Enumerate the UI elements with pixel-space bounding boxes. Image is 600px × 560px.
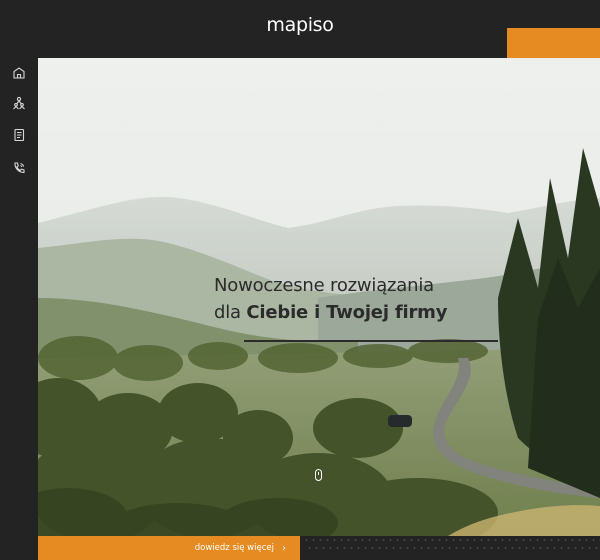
- dot-pattern: [303, 537, 600, 543]
- learn-more-button[interactable]: dowiedz się więcej ›: [38, 536, 300, 560]
- headline-bold: Ciebie i Twojej firmy: [246, 302, 448, 323]
- headline-line-1: Nowoczesne rozwiązania: [214, 275, 434, 296]
- people-icon[interactable]: [12, 96, 26, 110]
- headline-prefix: dla: [214, 302, 247, 323]
- document-icon[interactable]: [12, 128, 26, 142]
- home-icon[interactable]: [12, 66, 26, 80]
- headline-line-2: dla Ciebie i Twojej firmy: [214, 299, 447, 326]
- menu-toggle-tab[interactable]: [507, 28, 600, 58]
- headline-underline: [244, 340, 498, 342]
- sidebar: [0, 58, 38, 560]
- dot-pattern-row-2: [306, 545, 600, 551]
- chevron-right-icon: ›: [282, 542, 286, 554]
- scroll-mouse-icon[interactable]: [315, 469, 322, 481]
- phone-icon[interactable]: [12, 161, 26, 175]
- hero-headline: Nowoczesne rozwiązania dla Ciebie i Twoj…: [214, 272, 447, 326]
- learn-more-label: dowiedz się więcej: [194, 543, 274, 553]
